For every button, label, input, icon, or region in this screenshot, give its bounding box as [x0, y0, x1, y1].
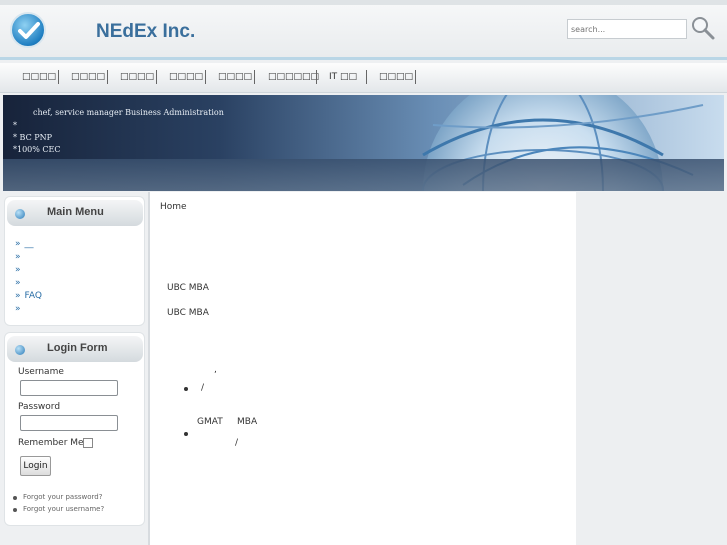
main-content: Home UBC MBA UBC MBA , / GMAT MBA / — [148, 192, 576, 545]
login-form-title: Login Form — [47, 342, 108, 354]
site-name[interactable]: NEdEx Inc. — [96, 21, 195, 43]
list-bullet — [184, 387, 188, 391]
breadcrumb[interactable]: Home — [160, 202, 187, 212]
content-text: UBC MBA — [167, 283, 209, 293]
nav-item-4[interactable]: □□□□ — [169, 63, 203, 93]
nav-item-2[interactable]: □□□□ — [71, 63, 105, 93]
nav-separator — [205, 70, 206, 84]
menu-item-label[interactable]: FAQ — [25, 291, 42, 301]
search-icon[interactable] — [690, 15, 716, 41]
content-text: UBC MBA — [167, 308, 209, 318]
forgot-username-text[interactable]: Forgot your username? — [23, 505, 104, 513]
menu-item-label[interactable]: __ — [25, 239, 34, 249]
content-text: , — [214, 365, 217, 375]
menu-item[interactable]: » — [15, 252, 25, 262]
login-button[interactable]: Login — [20, 456, 51, 476]
username-field[interactable] — [20, 380, 118, 396]
check-logo-icon[interactable] — [10, 12, 46, 48]
nav-item-it[interactable]: IT □□ — [329, 63, 357, 93]
menu-item[interactable]: » — [15, 265, 25, 275]
remember-me-checkbox[interactable] — [83, 438, 93, 448]
list-bullet — [184, 432, 188, 436]
remember-me-label: Remember Me — [18, 438, 84, 448]
password-label: Password — [18, 402, 61, 412]
nav-separator — [58, 70, 59, 84]
main-menu-box: Main Menu » __ » » » » FAQ » — [4, 196, 145, 326]
nav-separator — [366, 70, 367, 84]
nav-separator — [316, 70, 317, 84]
menu-item[interactable]: » — [15, 278, 25, 288]
banner-text: * — [13, 121, 17, 130]
nav-item-8[interactable]: □□□□ — [379, 63, 413, 93]
nav-separator — [254, 70, 255, 84]
nav-separator — [415, 70, 416, 84]
bullet-ball-icon — [15, 345, 25, 355]
forgot-password-link[interactable]: Forgot your password? — [13, 493, 102, 501]
list-item-text: / — [201, 383, 205, 393]
nav-item-1[interactable]: □□□□ — [22, 63, 56, 93]
menu-item[interactable]: » __ — [15, 239, 34, 249]
forgot-password-text[interactable]: Forgot your password? — [23, 493, 102, 501]
bullet-ball-icon — [15, 209, 25, 219]
login-form-header: Login Form — [7, 336, 143, 362]
forgot-username-link[interactable]: Forgot your username? — [13, 505, 104, 513]
username-label: Username — [18, 367, 64, 377]
main-menu-header: Main Menu — [7, 200, 143, 226]
content-text-mba: MBA — [237, 417, 258, 427]
nav-item-5[interactable]: □□□□ — [218, 63, 252, 93]
banner-text: *100% CEC — [13, 145, 61, 154]
menu-item[interactable]: » — [15, 304, 25, 314]
main-menu-title: Main Menu — [47, 206, 104, 218]
hero-banner: chef, service manager Business Administr… — [3, 95, 724, 191]
top-nav: □□□□ □□□□ □□□□ □□□□ □□□□ □□□□□□ IT □□ □□… — [0, 63, 727, 93]
menu-item-faq[interactable]: » FAQ — [15, 291, 42, 301]
content-text-gmat: GMAT — [197, 417, 223, 427]
list-item-text: / — [235, 438, 239, 448]
right-column — [576, 192, 727, 545]
sidebar: Main Menu » __ » » » » FAQ » Login Form Us… — [4, 196, 145, 526]
nav-item-3[interactable]: □□□□ — [120, 63, 154, 93]
search-input[interactable] — [567, 19, 687, 39]
nav-separator — [156, 70, 157, 84]
nav-separator — [107, 70, 108, 84]
banner-text: * BC PNP — [13, 133, 52, 142]
site-header: NEdEx Inc. — [0, 0, 727, 60]
password-field[interactable] — [20, 415, 118, 431]
nav-item-6[interactable]: □□□□□□ — [268, 63, 319, 93]
banner-text: chef, service manager Business Administr… — [33, 108, 224, 117]
login-form-box: Login Form Username Password Remember Me… — [4, 332, 145, 526]
banner-strip — [3, 159, 724, 191]
